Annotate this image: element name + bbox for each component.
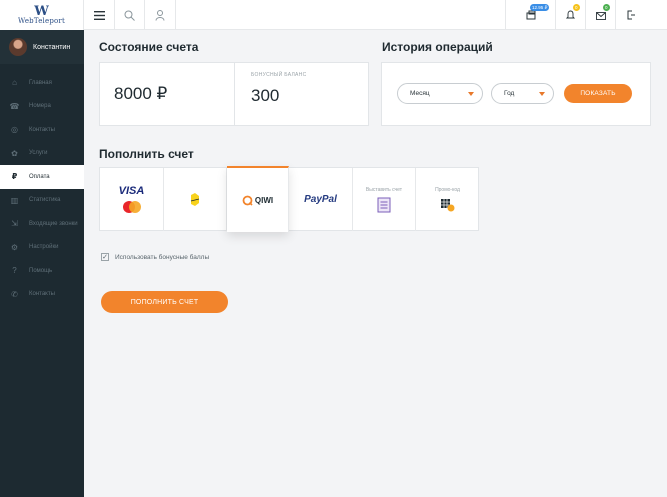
sidebar-item-label: Оплата: [29, 173, 50, 180]
topup-submit-button[interactable]: ПОПОЛНИТЬ СЧЕТ: [101, 291, 228, 313]
sidebar-item-label: Номера: [29, 103, 51, 110]
promo-code-icon: [440, 199, 454, 212]
logo-mark: W: [34, 3, 49, 19]
qiwi-icon: [242, 195, 253, 206]
user-icon: [155, 9, 165, 21]
help-icon: ?: [12, 266, 17, 276]
balance-value: 8000 ₽: [114, 84, 168, 103]
avatar: [9, 38, 27, 56]
payment-method-promo[interactable]: Промо-код: [416, 168, 479, 231]
sidebar-item-incoming-call[interactable]: ⇲ Входящие звонки: [0, 212, 84, 236]
profile-button[interactable]: [145, 0, 176, 30]
sidebar-item-label: Контакты: [29, 126, 55, 133]
sidebar-item-gift[interactable]: ✿ Услуги: [0, 142, 84, 166]
history-title: История операций: [382, 40, 493, 54]
notifications-badge: 0: [573, 4, 580, 11]
mastercard-icon: [122, 201, 141, 213]
sidebar-item-phone-numbers[interactable]: ☎ Номера: [0, 95, 84, 119]
messages-button[interactable]: 0: [585, 0, 615, 30]
bonus-checkbox-row[interactable]: ✓ Использовать бонусные баллы: [101, 253, 209, 261]
logout-icon: [627, 10, 635, 20]
sidebar-item-label: Услуги: [29, 150, 48, 157]
topbar: 12.95 ₽ 0 0: [84, 0, 667, 30]
contacts-phone-icon: ✆: [11, 289, 18, 299]
chevron-down-icon: [539, 92, 545, 96]
sidebar-item-label: Контакты: [29, 291, 55, 298]
balance-indicator[interactable]: 12.95 ₽: [505, 0, 555, 30]
year-select[interactable]: Год: [491, 83, 554, 104]
user-name: Константин: [33, 43, 71, 51]
menu-toggle-button[interactable]: [84, 0, 115, 30]
visa-logo: VISA: [118, 185, 145, 197]
invoice-icon: [377, 197, 391, 212]
user-profile[interactable]: Константин: [0, 30, 84, 64]
promo-label: Промо-код: [435, 187, 460, 193]
payment-method-card[interactable]: VISA: [100, 168, 164, 231]
payment-method-invoice[interactable]: Выставить счет: [353, 168, 416, 231]
messages-badge: 0: [603, 4, 610, 11]
logout-button[interactable]: [615, 0, 645, 30]
sidebar: W WebTeleport Константин ⌂ Главная ☎ Номера…: [0, 0, 84, 497]
sidebar-item-ruble[interactable]: ₽ Оплата: [0, 165, 84, 189]
location-icon: ◎: [11, 125, 18, 135]
home-icon: ⌂: [12, 78, 17, 88]
bonus-value: 300: [251, 86, 280, 105]
balance-badge: 12.95 ₽: [530, 4, 550, 11]
sidebar-item-stats[interactable]: ▥ Статистика: [0, 189, 84, 213]
month-select[interactable]: Месяц: [397, 83, 483, 104]
settings-icon: ⚙: [10, 242, 19, 252]
bonus-balance: БОНУСНЫЙ БАЛАНС 300: [235, 62, 369, 126]
hamburger-icon: [93, 10, 105, 20]
paypal-logo: PayPal: [304, 194, 337, 205]
chevron-down-icon: [468, 92, 474, 96]
sidebar-item-settings[interactable]: ⚙ Настройки: [0, 236, 84, 260]
year-select-value: Год: [504, 90, 515, 97]
sidebar-item-help[interactable]: ? Помощь: [0, 259, 84, 283]
show-history-button[interactable]: ПОКАЗАТЬ: [564, 84, 632, 103]
sidebar-item-label: Главная: [29, 79, 52, 86]
sidebar-item-home[interactable]: ⌂ Главная: [0, 71, 84, 95]
sidebar-item-contacts-phone[interactable]: ✆ Контакты: [0, 283, 84, 307]
qiwi-logo: QIWI: [254, 195, 274, 205]
wallet-icon: [526, 10, 535, 20]
mail-icon: [595, 11, 606, 20]
bell-icon: [566, 10, 575, 19]
invoice-label: Выставить счет: [365, 186, 403, 193]
search-button[interactable]: [115, 0, 145, 30]
logo-text: WebTeleport: [18, 16, 65, 25]
bonus-checkbox[interactable]: ✓: [101, 253, 109, 261]
gift-icon: ✿: [11, 148, 18, 158]
sidebar-item-label: Настройки: [29, 244, 59, 251]
sidebar-item-label: Статистика: [29, 197, 61, 204]
notifications-button[interactable]: 0: [555, 0, 585, 30]
logo[interactable]: W WebTeleport: [0, 0, 84, 30]
account-title: Состояние счета: [99, 40, 199, 54]
search-icon: [124, 10, 135, 21]
beeline-icon: [190, 192, 200, 206]
sidebar-item-label: Входящие звонки: [29, 220, 78, 227]
topup-title: Пополнить счет: [99, 147, 194, 161]
month-select-value: Месяц: [410, 90, 430, 97]
payment-method-paypal[interactable]: PayPal: [289, 168, 353, 231]
payment-methods: VISA QIWI PayPal Выставить счет Промо-ко…: [99, 166, 479, 232]
ruble-icon: ₽: [11, 172, 18, 182]
bonus-label: БОНУСНЫЙ БАЛАНС: [251, 72, 307, 78]
sidebar-menu: ⌂ Главная ☎ Номера ◎ Контакты ✿ Услуги ₽ Оплата ▥ С…: [0, 71, 84, 306]
sidebar-item-label: Помощь: [29, 267, 53, 274]
payment-method-beeline[interactable]: [164, 168, 227, 231]
payment-method-qiwi[interactable]: QIWI: [227, 166, 289, 232]
incoming-call-icon: ⇲: [11, 219, 18, 229]
sidebar-item-location[interactable]: ◎ Контакты: [0, 118, 84, 142]
phone-numbers-icon: ☎: [9, 101, 20, 111]
bonus-checkbox-label: Использовать бонусные баллы: [115, 253, 210, 261]
stats-icon: ▥: [10, 195, 19, 205]
